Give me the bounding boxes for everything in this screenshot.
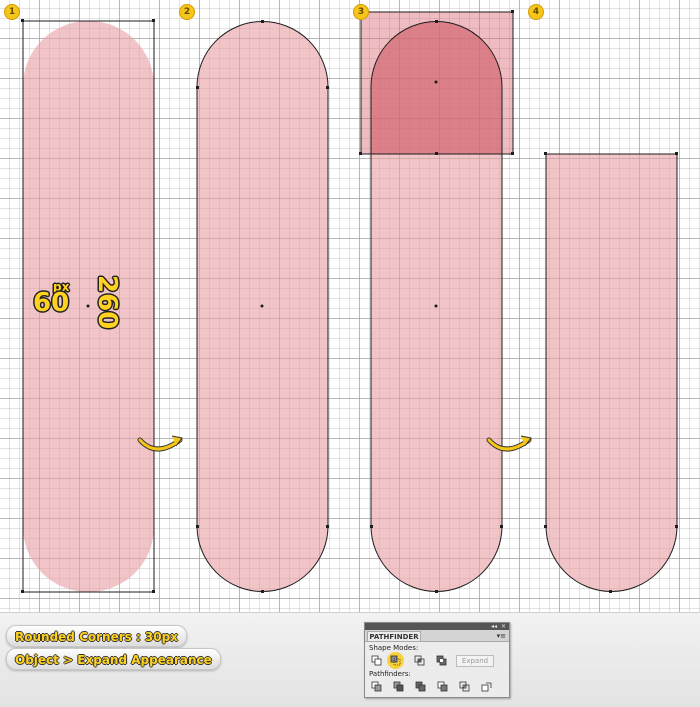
step3-shape-with-overlay[interactable] <box>359 10 514 593</box>
intersect-icon[interactable] <box>414 655 426 667</box>
trim-icon[interactable] <box>393 681 405 693</box>
step-badge-1: 1 <box>4 4 20 20</box>
panel-menu-icon[interactable]: ▾≡ <box>497 632 506 640</box>
artboard-canvas[interactable]: 1 2 3 4 px 60 260 <box>0 0 700 612</box>
step-badge-4: 4 <box>528 4 544 20</box>
unite-icon[interactable] <box>371 655 383 667</box>
step4-result-shape[interactable] <box>544 152 678 593</box>
exclude-icon[interactable] <box>436 655 448 667</box>
step2-expanded-shape[interactable] <box>196 20 329 593</box>
footer-notes: Rounded Corners : 30px Object > Expand A… <box>0 612 700 707</box>
note-expand-appearance: Object > Expand Appearance <box>6 648 221 670</box>
height-value: 260 <box>92 275 122 330</box>
width-value: 60 <box>33 288 70 318</box>
note-expand-appearance-text: Object > Expand Appearance <box>15 653 212 667</box>
shape-modes-label: Shape Modes: <box>369 644 419 652</box>
minus-back-icon[interactable] <box>481 681 493 693</box>
panel-body: Shape Modes: Expand Pathfinders: <box>365 641 509 697</box>
pathfinder-panel: ◂◂ ✕ PATHFINDER ▾≡ Shape Modes: Expand P… <box>364 622 510 698</box>
note-rounded-corners-text: Rounded Corners : 30px <box>15 630 178 644</box>
step-badge-3: 3 <box>353 4 369 20</box>
note-rounded-corners: Rounded Corners : 30px <box>6 625 187 647</box>
panel-titlebar: ◂◂ ✕ <box>365 623 509 630</box>
divide-icon[interactable] <box>371 681 383 693</box>
close-icon[interactable]: ✕ <box>501 623 506 630</box>
crop-icon[interactable] <box>437 681 449 693</box>
expand-button[interactable]: Expand <box>456 655 494 667</box>
merge-icon[interactable] <box>415 681 427 693</box>
minus-front-icon[interactable] <box>390 655 402 667</box>
step-badge-2: 2 <box>179 4 195 20</box>
pathfinders-label: Pathfinders: <box>369 670 411 678</box>
collapse-icon[interactable]: ◂◂ <box>491 623 497 630</box>
outline-icon[interactable] <box>459 681 471 693</box>
